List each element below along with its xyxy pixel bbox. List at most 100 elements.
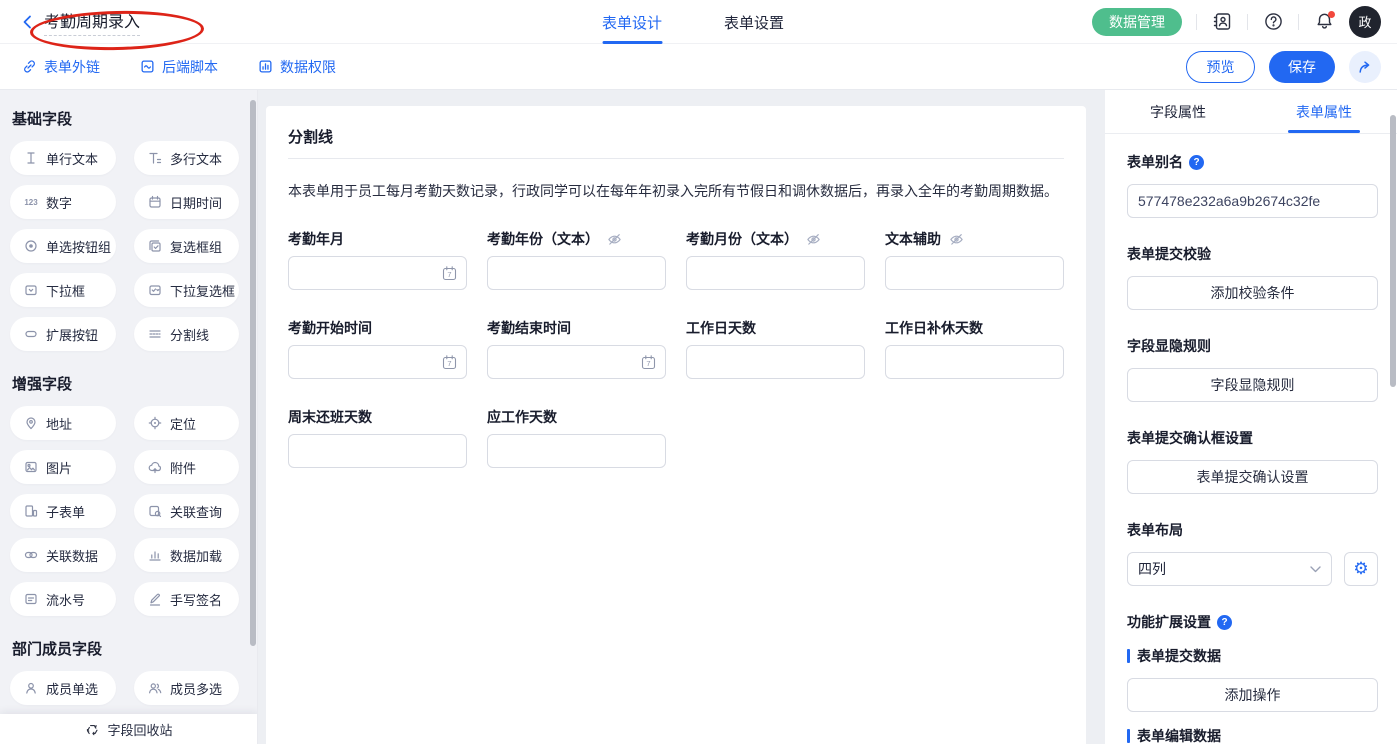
text-input-control[interactable] <box>289 435 466 467</box>
datetime-icon <box>147 195 163 209</box>
help-question-icon[interactable]: ? <box>1189 155 1204 170</box>
properties-panel: 字段属性 表单属性 表单别名 ? 表单提交校验 添加校验条件 字段显隐规则 字段… <box>1105 90 1397 744</box>
date-input-control[interactable] <box>289 346 466 378</box>
sidebar-item-linked-query[interactable]: 关联查询 <box>134 494 239 528</box>
field-recycle-bin[interactable]: 字段回收站 <box>0 714 258 744</box>
field-text-helper[interactable]: 文本辅助 <box>885 229 1064 290</box>
date-input-control[interactable] <box>289 257 466 289</box>
text-input[interactable] <box>885 345 1064 379</box>
text-input[interactable] <box>288 434 467 468</box>
form-external-link[interactable]: 表单外链 <box>22 57 100 77</box>
form-designer-app: 考勤周期录入 表单设计 表单设置 数据管理 <box>0 0 1397 744</box>
field-expected-workdays[interactable]: 应工作天数 <box>487 407 666 468</box>
sidebar-item-locate[interactable]: 定位 <box>134 406 239 440</box>
text-input[interactable] <box>885 256 1064 290</box>
help-question-icon[interactable]: ? <box>1217 615 1232 630</box>
text-input[interactable] <box>686 256 865 290</box>
sidebar-item-member-single[interactable]: 成员单选 <box>10 671 116 705</box>
text-input[interactable] <box>487 256 666 290</box>
add-validation-button[interactable]: 添加校验条件 <box>1127 276 1378 310</box>
sidebar-item-label: 复选框组 <box>170 237 222 256</box>
preview-button[interactable]: 预览 <box>1186 51 1255 83</box>
tab-form-design[interactable]: 表单设计 <box>602 0 662 44</box>
save-button[interactable]: 保存 <box>1269 51 1335 83</box>
submit-data-add-action-button[interactable]: 添加操作 <box>1127 678 1378 712</box>
sidebar-item-radio-group[interactable]: 单选按钮组 <box>10 229 116 263</box>
sidebar-item-checkbox-group[interactable]: 复选框组 <box>134 229 239 263</box>
tab-form-properties[interactable]: 表单属性 <box>1251 90 1397 133</box>
sidebar-item-address[interactable]: 地址 <box>10 406 116 440</box>
multi-line-text-icon <box>147 151 163 165</box>
text-input[interactable] <box>487 434 666 468</box>
divider-component-title[interactable]: 分割线 <box>288 126 1064 147</box>
sidebar-item-linked-data[interactable]: 关联数据 <box>10 538 116 572</box>
tab-field-properties[interactable]: 字段属性 <box>1105 90 1251 133</box>
avatar[interactable]: 政 <box>1349 6 1381 38</box>
data-permission-link[interactable]: 数据权限 <box>258 57 336 77</box>
sidebar-item-subform[interactable]: 子表单 <box>10 494 116 528</box>
date-input[interactable]: 7 <box>487 345 666 379</box>
text-input-control[interactable] <box>687 346 864 378</box>
field-workday-comp-rest-count[interactable]: 工作日补休天数 <box>885 318 1064 379</box>
share-button[interactable] <box>1349 51 1381 83</box>
sidebar-item-serial-number[interactable]: 流水号 <box>10 582 116 616</box>
data-manage-button[interactable]: 数据管理 <box>1092 8 1182 36</box>
panel-body: 表单别名 ? 表单提交校验 添加校验条件 字段显隐规则 字段显隐规则 表单提交确… <box>1105 134 1397 744</box>
blue-bar <box>1127 729 1130 743</box>
sidebar-item-divider[interactable]: 分割线 <box>134 317 239 351</box>
contacts-book-icon[interactable] <box>1211 11 1233 33</box>
date-input-control[interactable] <box>488 346 665 378</box>
field-attendance-year-text[interactable]: 考勤年份（文本） <box>487 229 666 290</box>
sidebar-item-image[interactable]: 图片 <box>10 450 116 484</box>
sidebar-item-multi-line-text[interactable]: 多行文本 <box>134 141 239 175</box>
confirm-settings-button[interactable]: 表单提交确认设置 <box>1127 460 1378 494</box>
form-card[interactable]: 分割线 本表单用于员工每月考勤天数记录，行政同学可以在每年年初录入完所有节假日和… <box>266 106 1086 744</box>
help-icon[interactable] <box>1262 11 1284 33</box>
sidebar-item-single-line-text[interactable]: 单行文本 <box>10 141 116 175</box>
form-description[interactable]: 本表单用于员工每月考勤天数记录，行政同学可以在每年年初录入完所有节假日和调休数据… <box>288 181 1064 201</box>
sidebar-item-signature[interactable]: 手写签名 <box>134 582 239 616</box>
sidebar-item-member-multi[interactable]: 成员多选 <box>134 671 239 705</box>
divider-icon <box>147 327 163 341</box>
text-input-control[interactable] <box>886 346 1063 378</box>
sidebar-item-label: 地址 <box>46 414 72 433</box>
top-header: 考勤周期录入 表单设计 表单设置 数据管理 <box>0 0 1397 44</box>
tab-form-settings[interactable]: 表单设置 <box>724 0 784 44</box>
field-attendance-start-time[interactable]: 考勤开始时间 7 <box>288 318 467 379</box>
layout-settings-button[interactable]: ⚙ <box>1344 552 1378 586</box>
sidebar-item-select[interactable]: 下拉框 <box>10 273 116 307</box>
text-input-control[interactable] <box>886 257 1063 289</box>
serial-number-icon <box>23 592 39 606</box>
backend-script-link[interactable]: 后端脚本 <box>140 57 218 77</box>
linked-query-icon <box>147 504 163 518</box>
sidebar-item-extend-button[interactable]: 扩展按钮 <box>10 317 116 351</box>
sidebar-item-datetime[interactable]: 日期时间 <box>134 185 239 219</box>
sidebar-item-number[interactable]: 123 数字 <box>10 185 116 219</box>
date-input[interactable]: 7 <box>288 345 467 379</box>
text-input-control[interactable] <box>687 257 864 289</box>
field-attendance-month[interactable]: 考勤年月 7 <box>288 229 467 290</box>
notification-badge <box>1328 11 1335 18</box>
notification-bell-icon[interactable] <box>1313 11 1335 33</box>
field-attendance-end-time[interactable]: 考勤结束时间 7 <box>487 318 666 379</box>
sidebar-scrollbar[interactable] <box>250 100 256 646</box>
text-input[interactable] <box>686 345 865 379</box>
sidebar-item-attachment[interactable]: 附件 <box>134 450 239 484</box>
panel-scrollbar[interactable] <box>1390 115 1396 387</box>
layout-select[interactable]: 四列 <box>1127 552 1332 586</box>
text-input-control[interactable] <box>488 435 665 467</box>
back-button[interactable] <box>20 14 36 30</box>
field-attendance-month-text[interactable]: 考勤月份（文本） <box>686 229 865 290</box>
sidebar-item-multi-select[interactable]: 下拉复选框 <box>134 273 239 307</box>
text-input-control[interactable] <box>488 257 665 289</box>
page-title[interactable]: 考勤周期录入 <box>44 8 140 36</box>
sidebar-item-data-load[interactable]: 数据加载 <box>134 538 239 572</box>
subform-icon <box>23 504 39 518</box>
form-alias-input[interactable] <box>1127 184 1378 218</box>
form-alias-input-control[interactable] <box>1128 185 1377 217</box>
date-input[interactable]: 7 <box>288 256 467 290</box>
field-label: 工作日天数 <box>686 318 756 338</box>
visibility-rules-button[interactable]: 字段显隐规则 <box>1127 368 1378 402</box>
field-workday-count[interactable]: 工作日天数 <box>686 318 865 379</box>
field-weekend-makeup-count[interactable]: 周末还班天数 <box>288 407 467 468</box>
